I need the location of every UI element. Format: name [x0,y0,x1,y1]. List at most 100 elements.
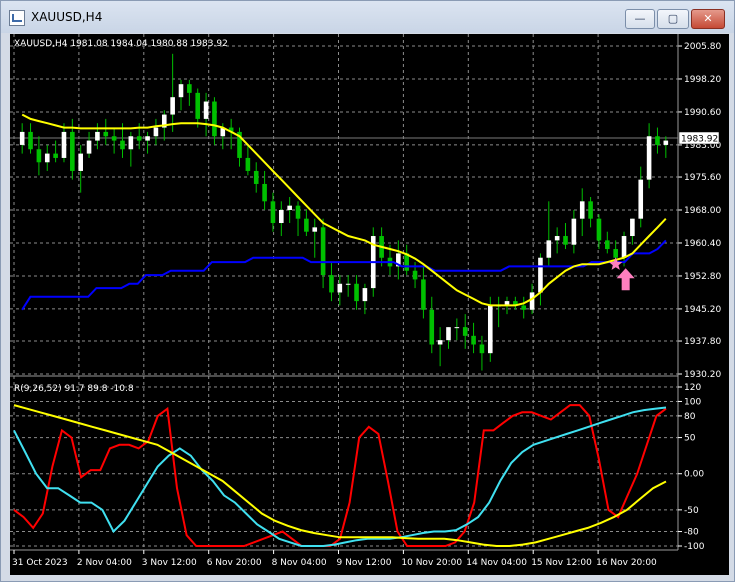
bear-candle [462,327,468,336]
bull-candle [345,283,351,285]
bull-candle [454,327,460,329]
bear-candle [187,84,192,93]
bull-candle [529,292,535,310]
bull-candle [178,84,184,98]
time-tick-label: 31 Oct 2023 [12,558,68,568]
bear-candle [36,149,42,163]
bear-candle [412,270,418,280]
time-tick-label: 3 Nov 12:00 [142,558,197,568]
bull-candle [554,236,560,241]
bear-candle [212,101,217,137]
bear-candle [120,140,125,150]
bull-candle [95,131,100,141]
oscillator-tick-label: -50 [684,506,699,516]
bear-candle [655,136,660,145]
current-price-label: 1983.92 [678,131,720,145]
title-bar[interactable]: XAUUSD,H4 — ▢ ✕ [1,1,734,33]
time-tick-label: 16 Nov 20:00 [596,558,657,568]
time-tick-label: 6 Nov 20:00 [207,558,262,568]
bull-candle [337,283,343,293]
bear-candle [295,205,301,219]
bear-candle [53,153,58,158]
time-tick-label: 9 Nov 12:00 [337,558,392,568]
bear-candle [270,201,276,224]
bull-candle [579,201,585,219]
bull-candle [546,240,552,258]
bull-candle [128,136,134,150]
bear-candle [136,136,142,141]
bear-candle [262,183,267,202]
bull-candle [61,131,67,158]
bear-candle [245,157,251,171]
chart-area[interactable]: 2005.80 1998.20 1990.60 1983.00 1975.60 1968.… [10,34,729,579]
bull-candle [19,131,25,145]
bull-candle [86,140,92,154]
oscillator-tick-label: 100 [684,397,701,407]
bull-candle [638,179,644,219]
price-chart-header: XAUUSD,H4 1981.08 1984.04 1980.88 1983.9… [14,39,228,49]
price-tick-label: 1937.80 [684,337,721,347]
bear-candle [521,305,527,310]
bull-candle [78,153,83,171]
chart-background [10,34,729,575]
bear-candle [479,344,485,354]
bull-candle [153,127,159,137]
oscillator-tick-label: 0.00 [684,470,704,480]
price-tick-label: 1968.00 [684,206,721,216]
time-tick-label: 10 Nov 20:00 [401,558,462,568]
bear-candle [329,275,334,293]
bear-candle [588,201,593,219]
oscillator-tick-label: -80 [684,528,699,538]
price-tick-label: 1952.80 [684,272,721,282]
price-tick-label: 1930.20 [684,370,721,380]
bear-candle [605,240,610,250]
bear-candle [70,131,75,171]
bear-candle [563,236,568,245]
bear-candle [253,170,259,184]
window-title: XAUUSD,H4 [31,10,103,24]
chart-window-icon [9,10,25,26]
bear-candle [28,131,33,150]
time-tick-label: 14 Nov 04:00 [466,558,527,568]
bull-candle [646,136,652,180]
bear-candle [421,279,426,310]
bear-candle [613,249,618,258]
price-tick-label: 1960.40 [684,239,721,249]
bull-candle [170,97,175,115]
time-tick-label: 2 Nov 04:00 [77,558,132,568]
bear-candle [596,218,602,241]
time-tick-label: 8 Nov 04:00 [272,558,327,568]
bear-candle [354,283,359,302]
close-button[interactable]: ✕ [691,9,725,29]
price-tick-label: 1945.20 [684,305,721,315]
minimize-button[interactable]: — [625,9,655,29]
bull-candle [362,288,368,302]
price-tick-label: 1998.20 [684,75,721,85]
bull-candle [203,101,209,119]
oscillator-header: R(9,26,52) 91.7 89.8 -10.8 [14,384,134,394]
time-tick-label: 15 Nov 12:00 [531,558,592,568]
bear-candle [429,309,435,345]
bear-candle [103,131,109,137]
maximize-button[interactable]: ▢ [657,9,689,29]
bear-candle [195,92,201,119]
bull-candle [487,305,493,354]
bull-candle [446,327,451,341]
oscillator-tick-label: 80 [684,412,696,422]
bull-candle [663,140,669,145]
oscillator-tick-label: 120 [684,383,701,393]
bull-candle [279,210,284,224]
bull-candle [437,340,443,345]
bear-candle [304,218,309,232]
bear-candle [111,136,117,141]
bull-candle [312,227,318,232]
bull-candle [145,136,150,141]
price-tick-label: 2005.80 [684,42,721,52]
bull-candle [287,205,292,210]
bull-candle [630,218,635,237]
bull-candle [538,257,543,293]
bear-candle [320,227,326,276]
oscillator-tick-label: 50 [684,434,696,444]
bull-candle [44,153,50,163]
bull-candle [571,218,577,245]
